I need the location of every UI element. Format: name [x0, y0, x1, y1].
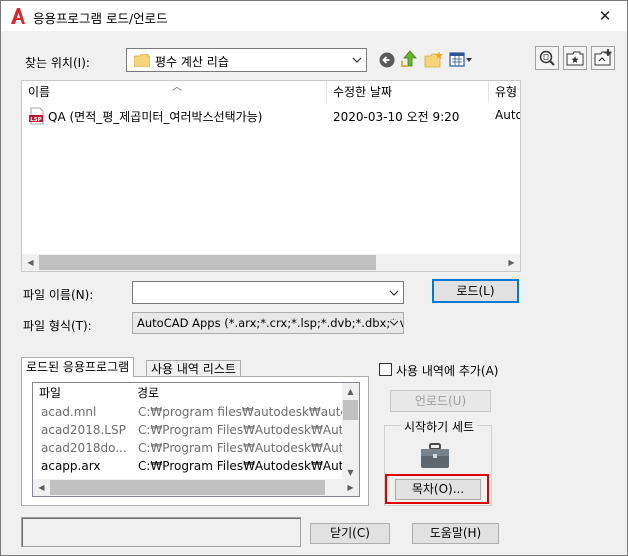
- startup-suite-group: 시작하기 세트 목차(O)...: [384, 418, 492, 506]
- up-one-level-icon[interactable]: [400, 49, 420, 69]
- column-header-type[interactable]: 유형: [489, 81, 520, 103]
- svg-text:LSP: LSP: [30, 117, 42, 123]
- title-bar: 응용프로그램 로드/언로드 ✕: [1, 1, 627, 31]
- scroll-right-icon[interactable]: ▶: [342, 479, 359, 496]
- view-menu-icon[interactable]: [449, 50, 473, 70]
- file-type-cell: Auto: [495, 108, 521, 122]
- close-window-button[interactable]: ✕: [587, 3, 623, 29]
- scroll-left-icon[interactable]: ◀: [22, 254, 39, 271]
- scrollbar-thumb[interactable]: [343, 400, 358, 420]
- file-name-cell: QA (면적_평_제곱미터_여러박스선택가능): [48, 110, 263, 124]
- add-to-favorites-button[interactable]: [591, 46, 615, 70]
- loaded-app-row[interactable]: acad2018.LSP C:₩Program Files₩Autodesk₩A…: [33, 421, 344, 439]
- favorites-folder-icon: [566, 51, 584, 66]
- scroll-right-icon[interactable]: ▶: [503, 254, 520, 271]
- window-title: 응용프로그램 로드/언로드: [33, 11, 168, 26]
- loaded-list-vertical-scrollbar[interactable]: ▲ ▼: [342, 383, 359, 481]
- file-row[interactable]: LSP QA (면적_평_제곱미터_여러박스선택가능) 2020-03-10 오…: [22, 105, 521, 127]
- find-file-icon: [539, 50, 555, 66]
- tab-history-list[interactable]: 사용 내역 리스트: [146, 360, 241, 377]
- column-header-path[interactable]: 경로: [131, 383, 343, 403]
- create-new-folder-icon[interactable]: [424, 50, 444, 70]
- column-header-file[interactable]: 파일: [33, 383, 131, 403]
- unload-button[interactable]: 언로드(U): [390, 390, 491, 412]
- look-in-label: 찾는 위치(I):: [25, 56, 90, 70]
- chevron-down-icon: [389, 290, 399, 296]
- lsp-file-icon: LSP: [29, 107, 44, 125]
- folder-icon: [134, 54, 150, 67]
- look-in-folder: 평수 계산 리습: [155, 55, 229, 69]
- column-header-modified[interactable]: 수정한 날짜: [327, 81, 489, 103]
- tab-loaded-applications[interactable]: 로드된 응용프로그램: [21, 357, 135, 377]
- load-button[interactable]: 로드(L): [432, 279, 519, 303]
- back-icon[interactable]: [377, 50, 397, 70]
- browse-favorites-button[interactable]: [563, 46, 587, 70]
- loaded-app-row[interactable]: acad.mnl C:₩program files₩autodesk₩auto.…: [33, 403, 344, 421]
- scrollbar-thumb[interactable]: [50, 480, 325, 495]
- loaded-app-row[interactable]: acapp.arx C:₩Program Files₩Autodesk₩Aut.…: [33, 457, 344, 475]
- loaded-applications-list[interactable]: 파일 경로 acad.mnl C:₩program files₩autodesk…: [32, 382, 360, 497]
- chevron-down-icon: [352, 57, 362, 63]
- loaded-list-horizontal-scrollbar[interactable]: ◀ ▶: [33, 479, 359, 496]
- help-button[interactable]: 도움말(H): [412, 523, 499, 544]
- file-modified-cell: 2020-03-10 오전 9:20: [333, 110, 460, 124]
- file-type-label: 파일 형식(T):: [23, 319, 92, 333]
- loaded-app-row[interactable]: acad2018do... C:₩Program Files₩Autodesk₩…: [33, 439, 344, 457]
- add-folder-icon: [594, 49, 612, 66]
- close-button[interactable]: 닫기(C): [310, 523, 390, 544]
- loaded-applications-panel: 파일 경로 acad.mnl C:₩program files₩autodesk…: [21, 376, 369, 506]
- add-to-history-label[interactable]: 사용 내역에 추가(A): [396, 362, 498, 379]
- look-in-dropdown[interactable]: 평수 계산 리습: [126, 48, 367, 72]
- file-name-label: 파일 이름(N):: [23, 288, 94, 302]
- scroll-up-icon[interactable]: ▲: [342, 383, 359, 400]
- file-name-input[interactable]: [132, 281, 404, 304]
- briefcase-icon: [421, 443, 449, 468]
- find-button[interactable]: [535, 46, 559, 70]
- chevron-down-icon: [389, 320, 399, 327]
- sort-ascending-icon: ︿: [172, 82, 182, 93]
- file-list[interactable]: ︿ 이름 수정한 날짜 유형 LSP QA (면적_평_제곱미터_여러박스선택가…: [21, 80, 521, 272]
- status-field: [21, 517, 301, 547]
- startup-suite-title: 시작하기 세트: [401, 418, 478, 435]
- column-header-name[interactable]: ︿ 이름: [22, 81, 327, 103]
- file-list-horizontal-scrollbar[interactable]: ◀ ▶: [22, 254, 520, 271]
- add-to-history-checkbox[interactable]: [379, 363, 392, 376]
- contents-button[interactable]: 목차(O)...: [395, 479, 481, 500]
- load-application-dialog: 응용프로그램 로드/언로드 ✕ 찾는 위치(I): 평수 계산 리습 ︿ 이름 …: [0, 0, 628, 556]
- scroll-left-icon[interactable]: ◀: [33, 479, 50, 496]
- file-type-dropdown[interactable]: AutoCAD Apps (*.arx;*.crx;*.lsp;*.dvb;*.…: [132, 312, 404, 334]
- scrollbar-thumb[interactable]: [39, 255, 376, 270]
- autocad-logo-icon: [11, 8, 25, 24]
